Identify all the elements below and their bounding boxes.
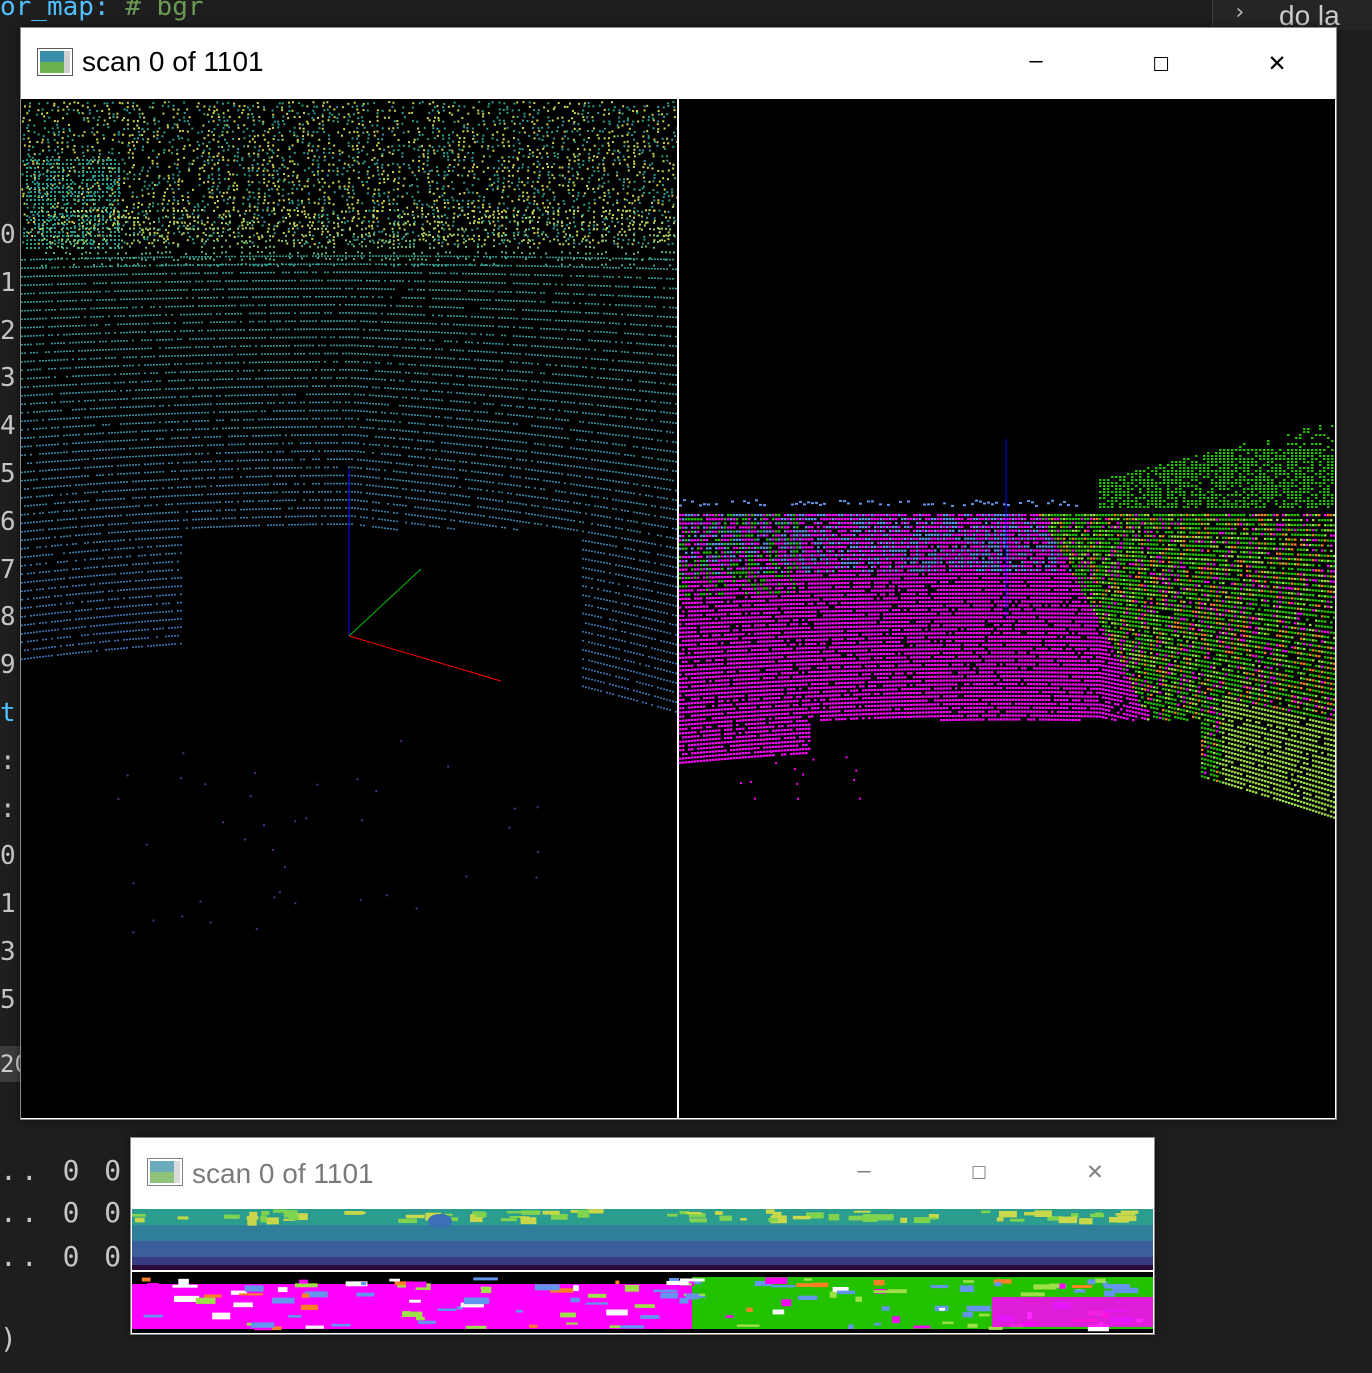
line-number: 2	[0, 316, 20, 346]
minimize-button[interactable]: —	[834, 1146, 894, 1196]
code-fragment: or_map: # bgr	[0, 0, 204, 22]
line-number: 0	[0, 841, 20, 871]
minimize-button[interactable]: —	[1006, 36, 1066, 86]
line-number: t	[0, 698, 20, 728]
window-title: scan 0 of 1101	[192, 1158, 374, 1190]
semantic-point-cloud-canvas	[679, 425, 1335, 819]
line-number: 5	[0, 459, 20, 489]
opencv-window-icon	[147, 1158, 183, 1186]
main-viewer-window[interactable]: scan 0 of 1101 — ☐ ✕	[20, 27, 1337, 1120]
semantic-image-canvas	[132, 1272, 1153, 1333]
editor-tab[interactable]: › do la	[1212, 0, 1372, 31]
range-image-strip[interactable]	[132, 1209, 1153, 1270]
second-window-titlebar[interactable]: scan 0 of 1101 — ☐ ✕	[131, 1138, 1154, 1208]
window-title: scan 0 of 1101	[82, 46, 264, 78]
close-button[interactable]: ✕	[1247, 36, 1307, 86]
range-point-cloud-canvas	[21, 101, 677, 934]
range-image-canvas	[132, 1209, 1153, 1270]
chevron-right-icon[interactable]: ›	[1233, 0, 1246, 25]
line-number: :	[0, 794, 20, 824]
terminal-line: )	[0, 1322, 21, 1355]
semantic-image-strip[interactable]	[132, 1272, 1153, 1333]
line-number: 1	[0, 889, 20, 919]
line-number: :	[0, 746, 20, 776]
code-comment: # bgr	[125, 0, 203, 22]
maximize-button[interactable]: ☐	[949, 1146, 1009, 1196]
terminal-line: .. 0 0	[0, 1240, 125, 1273]
line-number: 9	[0, 650, 20, 680]
line-number: 3	[0, 937, 20, 967]
line-number: 5	[0, 985, 20, 1015]
line-number: 8	[0, 602, 20, 632]
maximize-button[interactable]: ☐	[1131, 36, 1191, 86]
main-window-titlebar[interactable]: scan 0 of 1101 — ☐ ✕	[21, 28, 1336, 98]
close-button[interactable]: ✕	[1065, 1146, 1125, 1196]
terminal-line: .. 0 0	[0, 1196, 125, 1229]
range-image-window[interactable]: scan 0 of 1101 — ☐ ✕	[130, 1137, 1155, 1335]
line-number: 7	[0, 555, 20, 585]
semantic-point-cloud-view[interactable]	[679, 99, 1335, 1118]
line-number: 3	[0, 363, 20, 393]
code-identifier: or_map:	[0, 0, 110, 22]
line-number: 0	[0, 220, 20, 250]
opencv-window-icon	[37, 48, 73, 76]
line-number: 1	[0, 268, 20, 298]
line-number: 6	[0, 507, 20, 537]
editor-top-bar: or_map: # bgr › do la	[0, 0, 1372, 31]
line-number: 4	[0, 411, 20, 441]
selected-line-number: 20	[0, 1046, 20, 1082]
range-point-cloud-view[interactable]	[21, 99, 677, 1118]
